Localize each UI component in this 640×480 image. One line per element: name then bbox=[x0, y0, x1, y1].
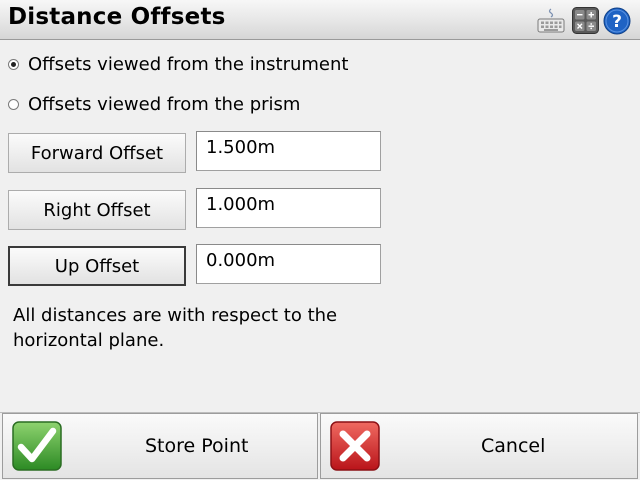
right-offset-button[interactable]: Right Offset bbox=[8, 190, 186, 230]
forward-offset-field[interactable]: 1.500m bbox=[196, 131, 381, 171]
close-icon bbox=[330, 421, 380, 471]
radio-instrument[interactable]: Offsets viewed from the instrument bbox=[8, 52, 348, 76]
keyboard-icon[interactable] bbox=[537, 7, 565, 35]
up-offset-field[interactable]: 0.000m bbox=[196, 244, 381, 284]
note-text: All distances are with respect to the ho… bbox=[13, 305, 338, 351]
title-bar: Distance Offsets ? bbox=[0, 0, 640, 40]
radio-instrument-label: Offsets viewed from the instrument bbox=[28, 53, 349, 75]
radio-prism[interactable]: Offsets viewed from the prism bbox=[8, 92, 300, 116]
radio-prism-label: Offsets viewed from the prism bbox=[28, 93, 301, 115]
radio-button[interactable] bbox=[8, 98, 19, 110]
right-offset-field[interactable]: 1.000m bbox=[196, 188, 381, 228]
forward-offset-button[interactable]: Forward Offset bbox=[8, 133, 186, 173]
svg-text:?: ? bbox=[612, 12, 622, 32]
help-icon[interactable]: ? bbox=[603, 7, 631, 35]
up-offset-button[interactable]: Up Offset bbox=[8, 246, 186, 286]
checkmark-icon bbox=[12, 421, 62, 471]
window-title: Distance Offsets bbox=[8, 4, 226, 30]
radio-button-selected[interactable] bbox=[8, 58, 19, 70]
store-point-label: Store Point bbox=[145, 435, 249, 457]
store-point-button[interactable]: Store Point bbox=[2, 413, 318, 479]
cancel-button[interactable]: Cancel bbox=[320, 413, 638, 479]
calculator-icon[interactable] bbox=[572, 7, 599, 34]
cancel-label: Cancel bbox=[481, 435, 546, 457]
